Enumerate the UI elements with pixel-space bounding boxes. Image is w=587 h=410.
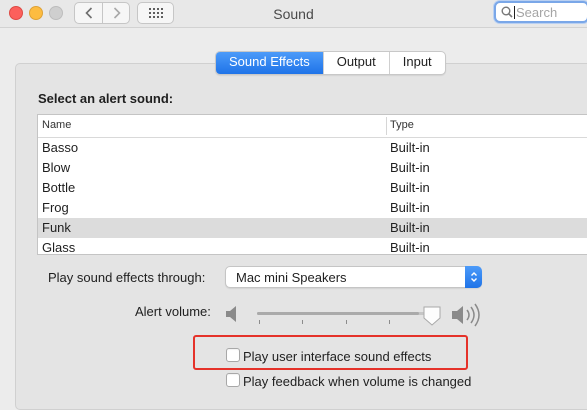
speaker-high-icon [452, 303, 480, 327]
table-header: Name Type [38, 115, 587, 138]
table-row[interactable]: Frog Built-in [38, 198, 587, 218]
output-device-label: Play sound effects through: [48, 270, 206, 285]
table-row[interactable]: Bottle Built-in [38, 178, 587, 198]
table-row-selected[interactable]: Funk Built-in [38, 218, 587, 238]
table-row[interactable]: Blow Built-in [38, 158, 587, 178]
search-input[interactable] [516, 4, 586, 20]
output-device-value: Mac mini Speakers [236, 270, 347, 285]
slider-tick [389, 320, 390, 324]
row-type: Built-in [390, 160, 430, 175]
row-type: Built-in [390, 140, 430, 155]
row-type: Built-in [390, 200, 430, 215]
tab-sound-effects[interactable]: Sound Effects [216, 52, 323, 74]
tab-input[interactable]: Input [388, 52, 445, 74]
output-device-popup[interactable]: Mac mini Speakers [225, 266, 482, 288]
tab-bar: Sound Effects Output Input [215, 51, 446, 75]
magnifier-icon [501, 6, 513, 18]
slider-tick [259, 320, 260, 324]
ui-sound-effects-checkbox[interactable] [226, 348, 240, 362]
row-name: Bottle [42, 180, 76, 195]
column-header-name[interactable]: Name [42, 119, 71, 131]
row-name: Blow [42, 160, 71, 175]
alert-volume-label: Alert volume: [135, 304, 211, 319]
slider-fill [257, 312, 419, 315]
column-divider[interactable] [386, 117, 387, 135]
tab-output[interactable]: Output [322, 52, 389, 74]
row-name: Funk [42, 220, 71, 235]
table-row[interactable]: Glass Built-in [38, 238, 587, 255]
row-type: Built-in [390, 240, 430, 255]
alert-sound-table[interactable]: Name Type Basso Built-in Blow Built-in B… [37, 114, 587, 255]
speaker-low-icon [226, 306, 236, 322]
popup-arrows-icon [465, 266, 482, 288]
row-name: Basso [42, 140, 79, 155]
row-type: Built-in [390, 220, 430, 235]
volume-feedback-checkbox[interactable] [226, 373, 240, 387]
row-name: Glass [42, 240, 76, 255]
slider-knob[interactable] [423, 306, 441, 326]
row-name: Frog [42, 200, 69, 215]
ui-sound-effects-label[interactable]: Play user interface sound effects [243, 349, 431, 364]
row-type: Built-in [390, 180, 430, 195]
text-cursor [514, 6, 515, 19]
volume-feedback-label[interactable]: Play feedback when volume is changed [243, 374, 471, 389]
alert-sound-heading: Select an alert sound: [38, 91, 174, 106]
slider-tick [346, 320, 347, 324]
alert-volume-slider[interactable] [257, 312, 431, 315]
search-field[interactable] [494, 1, 587, 23]
table-row[interactable]: Basso Built-in [38, 138, 587, 158]
title-bar: Sound [0, 0, 587, 28]
slider-tick [302, 320, 303, 324]
column-header-type[interactable]: Type [390, 119, 414, 131]
